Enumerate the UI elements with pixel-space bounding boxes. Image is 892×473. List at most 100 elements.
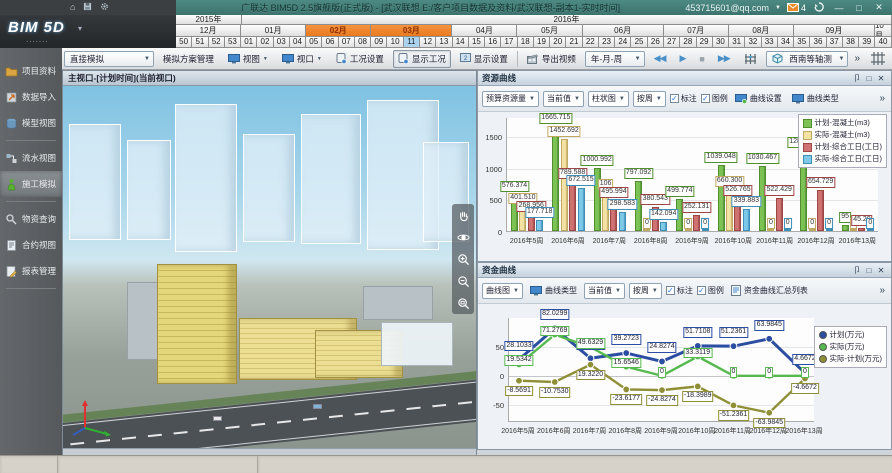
timeline-week-cell[interactable]: 12 bbox=[420, 37, 436, 48]
scheme-manage-button[interactable]: 模拟方案管理 bbox=[158, 50, 219, 68]
curve-settings-button[interactable]: 曲线设置 bbox=[732, 92, 785, 105]
sidebar-item-8[interactable]: 报表管理 bbox=[0, 258, 62, 284]
timeline-month-cell[interactable]: 02月 bbox=[306, 25, 371, 37]
zoom-out-icon[interactable] bbox=[455, 273, 471, 289]
sidebar-item-3[interactable]: 模型视图 bbox=[0, 110, 62, 136]
timeline-week-cell[interactable]: 50 bbox=[176, 37, 192, 48]
timeline-week-cell[interactable]: 18 bbox=[518, 37, 534, 48]
close-button[interactable]: ✕ bbox=[872, 2, 886, 13]
resource-period-select[interactable]: 按周▼ bbox=[633, 91, 666, 107]
timeline-week-cell[interactable]: 51 bbox=[192, 37, 208, 48]
curve-type-button[interactable]: 曲线类型 bbox=[789, 92, 842, 105]
funds-curve-type-button[interactable]: 曲线类型 bbox=[527, 284, 580, 297]
simulation-mode-select[interactable]: 直接模拟 ▼ bbox=[64, 51, 154, 67]
funds-legend-checkbox[interactable]: ✓图例 bbox=[697, 285, 724, 296]
resource-source-select[interactable]: 预算资源量▼ bbox=[482, 91, 539, 107]
timeline-week-cell[interactable]: 52 bbox=[209, 37, 225, 48]
timeline-week-cell[interactable]: 01 bbox=[241, 37, 257, 48]
sidebar-item-5[interactable]: 施工模拟 bbox=[0, 171, 62, 197]
viewport-button[interactable]: 视口 ▼ bbox=[277, 50, 327, 68]
timeline-week-cell[interactable]: 10 bbox=[387, 37, 403, 48]
timeline-week-cell[interactable]: 02 bbox=[257, 37, 273, 48]
settings-gear-icon[interactable] bbox=[100, 2, 109, 13]
funds-toolbar-overflow[interactable]: » bbox=[877, 285, 887, 296]
timeline-year-cell[interactable]: 2016年 bbox=[242, 15, 892, 25]
timeline-week-cell[interactable]: 34 bbox=[778, 37, 794, 48]
show-condition-button[interactable]: 显示工况 bbox=[393, 50, 451, 68]
export-video-button[interactable]: 导出视频 bbox=[522, 50, 581, 68]
account-dropdown-icon[interactable]: ▼ bbox=[775, 5, 781, 11]
viewport-canvas[interactable] bbox=[63, 86, 476, 448]
timeline-month-cell[interactable]: 03月 bbox=[371, 25, 452, 37]
resource-chart-type-select[interactable]: 柱状图▼ bbox=[588, 91, 629, 107]
close-panel-icon[interactable]: ✕ bbox=[875, 266, 887, 275]
sidebar-item-4[interactable]: 流水视图 bbox=[0, 145, 62, 171]
sidebar-item-2[interactable]: 数据导入 bbox=[0, 84, 62, 110]
timeline-week-cell[interactable]: 25 bbox=[631, 37, 647, 48]
resource-toolbar-overflow[interactable]: » bbox=[877, 93, 887, 104]
orbit-icon[interactable] bbox=[455, 229, 471, 245]
rewind-button[interactable]: ◀◀ bbox=[649, 50, 671, 68]
resource-value-select[interactable]: 当前值▼ bbox=[543, 91, 584, 107]
view-preset-select[interactable]: 西南等轴测 ▼ bbox=[766, 51, 849, 67]
funds-period-select[interactable]: 按周▼ bbox=[629, 283, 662, 299]
zoom-in-icon[interactable] bbox=[455, 251, 471, 267]
timeline-week-cell[interactable]: 20 bbox=[550, 37, 566, 48]
maximize-panel-icon[interactable]: □ bbox=[863, 74, 875, 83]
close-panel-icon[interactable]: ✕ bbox=[875, 74, 887, 83]
sidebar-item-6[interactable]: 物资查询 bbox=[0, 206, 62, 232]
zoom-window-icon[interactable] bbox=[455, 295, 471, 311]
timeline-month-cell[interactable]: 06月 bbox=[583, 25, 664, 37]
timeline-month-cell[interactable]: 08月 bbox=[729, 25, 794, 37]
timeline-month-cell[interactable]: 09月 bbox=[794, 25, 875, 37]
timeline-month-cell[interactable]: 01月 bbox=[241, 25, 306, 37]
annotate-checkbox[interactable]: ✓标注 bbox=[670, 93, 697, 104]
timeline-week-cell[interactable]: 53 bbox=[225, 37, 241, 48]
funds-annotate-checkbox[interactable]: ✓标注 bbox=[666, 285, 693, 296]
timeline-week-cell[interactable]: 09 bbox=[371, 37, 387, 48]
timeline-week-cell[interactable]: 38 bbox=[843, 37, 859, 48]
maximize-button[interactable]: □ bbox=[852, 3, 866, 13]
timeline-week-cell[interactable]: 26 bbox=[648, 37, 664, 48]
pin-icon[interactable]: 卩 bbox=[851, 265, 863, 276]
timeline-week-cell[interactable]: 17 bbox=[501, 37, 517, 48]
save-icon[interactable] bbox=[83, 2, 92, 13]
timeline-week-cell[interactable]: 33 bbox=[762, 37, 778, 48]
scaffold-view-button[interactable] bbox=[739, 50, 762, 68]
timeline-week-cell[interactable]: 06 bbox=[322, 37, 338, 48]
timeline-week-cell[interactable]: 13 bbox=[436, 37, 452, 48]
timeline-week-cell[interactable]: 31 bbox=[729, 37, 745, 48]
minimize-button[interactable]: — bbox=[832, 3, 846, 13]
timeline-year-cell[interactable]: 2015年 bbox=[176, 15, 242, 25]
fast-forward-button[interactable]: ▶▶ bbox=[713, 50, 735, 68]
pin-icon[interactable]: 卩 bbox=[851, 73, 863, 84]
timeline-week-cell[interactable]: 19 bbox=[534, 37, 550, 48]
timeline-week-cell[interactable]: 27 bbox=[664, 37, 680, 48]
time-unit-select[interactable]: 年-月-周 ▼ bbox=[585, 51, 645, 67]
grid-tool-button[interactable] bbox=[866, 50, 890, 68]
timeline-month-cell[interactable]: 07月 bbox=[664, 25, 729, 37]
sync-icon[interactable] bbox=[812, 2, 826, 14]
timeline-week-cell[interactable]: 22 bbox=[583, 37, 599, 48]
condition-settings-button[interactable]: 工况设置 bbox=[331, 50, 389, 68]
timeline-month-cell[interactable]: 04月 bbox=[452, 25, 517, 37]
timeline-week-cell[interactable]: 28 bbox=[680, 37, 696, 48]
timeline-month-cell[interactable]: 12月 bbox=[176, 25, 241, 37]
timeline-week-cell[interactable]: 39 bbox=[859, 37, 875, 48]
timeline-week-cell[interactable]: 37 bbox=[827, 37, 843, 48]
timeline-week-cell[interactable]: 30 bbox=[713, 37, 729, 48]
timeline-week-cell[interactable]: 35 bbox=[794, 37, 810, 48]
timeline-week-cell[interactable]: 15 bbox=[469, 37, 485, 48]
timeline-week-cell[interactable]: 08 bbox=[355, 37, 371, 48]
display-settings-button[interactable]: 2 显示设置 bbox=[455, 50, 513, 68]
logo-dropdown-icon[interactable]: ▾ bbox=[78, 24, 82, 33]
timeline-week-cell[interactable]: 11 bbox=[404, 37, 420, 48]
timeline-week-cell[interactable]: 07 bbox=[339, 37, 355, 48]
funds-value-select[interactable]: 当前值▼ bbox=[584, 283, 625, 299]
timeline-week-cell[interactable]: 21 bbox=[566, 37, 582, 48]
home-icon[interactable]: ⌂ bbox=[70, 3, 75, 12]
timeline-week-cell[interactable]: 40 bbox=[875, 37, 891, 48]
timeline-week-cell[interactable]: 16 bbox=[485, 37, 501, 48]
view-button[interactable]: 视图 ▼ bbox=[223, 50, 273, 68]
legend-checkbox[interactable]: ✓图例 bbox=[701, 93, 728, 104]
